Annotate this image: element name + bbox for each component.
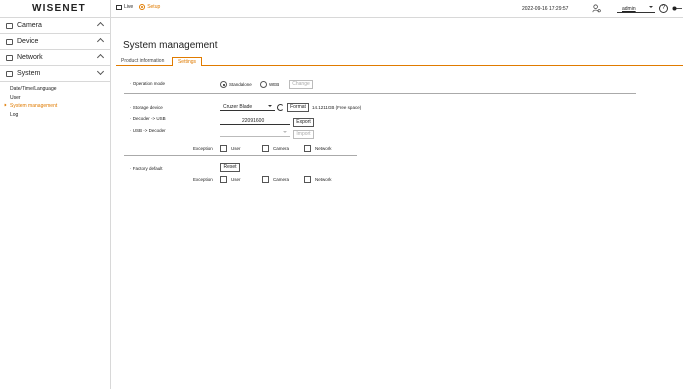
user-name: admin: [622, 6, 636, 12]
chevron-up-icon: [96, 37, 105, 46]
factory-exception-user-checkbox[interactable]: [220, 176, 227, 183]
storage-device-value: Cruzer Blade: [223, 104, 253, 110]
refresh-icon[interactable]: [277, 104, 284, 111]
factory-exception-user-label: User: [231, 177, 241, 182]
sidebar-item-user[interactable]: User: [10, 95, 110, 104]
nav-live-label: Live: [124, 4, 134, 10]
change-button[interactable]: Change: [289, 80, 313, 89]
tab-bar: Product information Settings: [116, 56, 683, 66]
help-icon[interactable]: ?: [659, 4, 668, 13]
camera-icon: [6, 22, 13, 29]
tab-settings[interactable]: Settings: [172, 57, 202, 66]
exception-network-label: Network: [315, 146, 332, 151]
exception-user-label: User: [231, 146, 241, 151]
web-radio[interactable]: [260, 81, 267, 88]
sidebar-item-system[interactable]: System: [0, 66, 110, 82]
top-nav: Live Setup: [116, 4, 166, 10]
storage-device-select[interactable]: Cruzer Blade: [220, 102, 275, 111]
standalone-label: Standalone: [229, 82, 252, 87]
sidebar: Camera Device Network System Date/Time/L…: [0, 18, 110, 389]
user-dropdown[interactable]: admin: [617, 4, 655, 13]
nav-setup[interactable]: Setup: [139, 4, 160, 10]
divider: [124, 155, 357, 156]
chevron-down-icon: [649, 6, 653, 8]
wisenet-logo: WISENET: [32, 3, 86, 14]
sidebar-divider: [110, 0, 111, 389]
factory-default-label: · Factory default: [130, 166, 163, 171]
import-button[interactable]: Import: [293, 130, 314, 139]
sidebar-item-label: System management: [10, 103, 58, 109]
top-bar: WISENET Live Setup 2022-09-16 17:29:57 a…: [0, 0, 683, 18]
reset-button[interactable]: Reset: [220, 163, 240, 172]
exception-camera-label: Camera: [273, 146, 290, 151]
system-icon: [6, 70, 13, 77]
sidebar-item-label: System: [17, 70, 41, 77]
user-settings-icon[interactable]: [592, 4, 601, 13]
sidebar-item-log[interactable]: Log: [10, 112, 110, 121]
page-title: System management: [123, 40, 218, 51]
monitor-icon: [116, 4, 122, 10]
system-submenu: Date/Time/Language User System managemen…: [0, 82, 110, 120]
tab-product-information[interactable]: Product information: [118, 57, 167, 66]
chevron-down-icon: [268, 105, 272, 107]
exception-network-checkbox[interactable]: [304, 145, 311, 152]
exception-camera-checkbox[interactable]: [262, 145, 269, 152]
sidebar-item-label: Camera: [17, 22, 42, 29]
exception-user-checkbox[interactable]: [220, 145, 227, 152]
nav-setup-label: Setup: [147, 4, 161, 10]
gear-icon: [139, 4, 146, 10]
chevron-down-icon: [96, 67, 105, 76]
decoder-usb-value: 22091600: [242, 118, 265, 124]
web-label: WEB: [269, 82, 280, 87]
usb-decoder-select[interactable]: [220, 128, 290, 137]
logout-icon[interactable]: [672, 5, 682, 12]
usb-decoder-label: · USB -> Decoder: [130, 128, 166, 133]
factory-exception-network-label: Network: [315, 177, 332, 182]
sidebar-item-datetime[interactable]: Date/Time/Language: [10, 86, 110, 95]
datetime: 2022-09-16 17:29:57: [522, 6, 569, 12]
storage-device-label: · Storage device: [130, 105, 163, 110]
export-button[interactable]: Export: [293, 118, 314, 127]
device-icon: [6, 38, 13, 45]
sidebar-item-system-management[interactable]: System management: [3, 103, 110, 112]
format-button[interactable]: Format: [287, 103, 309, 112]
decoder-usb-label: · Decoder -> USB: [130, 116, 166, 121]
standalone-radio[interactable]: [220, 81, 227, 88]
divider: [124, 93, 636, 94]
chevron-right-icon: [3, 103, 7, 107]
sidebar-item-network[interactable]: Network: [0, 50, 110, 66]
factory-exception-camera-checkbox[interactable]: [262, 176, 269, 183]
factory-exception-camera-label: Camera: [273, 177, 290, 182]
sidebar-item-label: Device: [17, 38, 39, 45]
factory-exception-label: Exception: [193, 177, 213, 182]
free-space-text: 14.1211GB (Free space): [312, 105, 362, 110]
sidebar-item-label: Network: [17, 54, 43, 61]
chevron-up-icon: [96, 21, 105, 30]
decoder-usb-input[interactable]: 22091600: [220, 116, 290, 125]
network-icon: [6, 54, 13, 61]
operation-mode-label: · Operation mode: [130, 81, 166, 86]
exception-label: Exception: [193, 146, 213, 151]
factory-exception-network-checkbox[interactable]: [304, 176, 311, 183]
nav-live[interactable]: Live: [116, 4, 133, 10]
sidebar-item-device[interactable]: Device: [0, 34, 110, 50]
sidebar-item-camera[interactable]: Camera: [0, 18, 110, 34]
chevron-down-icon: [283, 131, 287, 133]
chevron-up-icon: [96, 53, 105, 62]
